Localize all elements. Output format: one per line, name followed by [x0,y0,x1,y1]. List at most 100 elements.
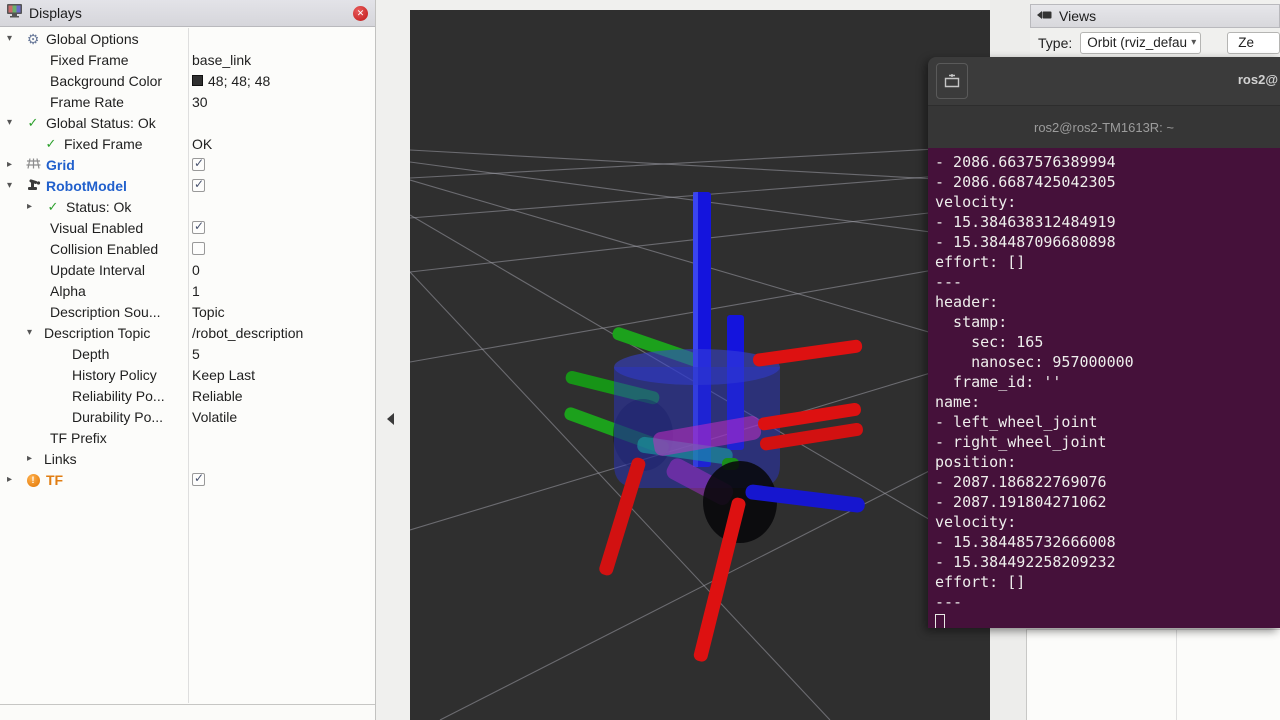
display-property-row[interactable]: Visual Enabled [0,217,374,238]
display-property-row[interactable]: Frame Rate30 [0,91,374,112]
display-property-row[interactable]: History Policy Keep Last [0,364,374,385]
property-label: Fixed Frame [62,136,143,152]
terminal-line: - 15.384638312484919 [935,212,1280,232]
display-property-row[interactable]: Alpha1 [0,280,374,301]
display-property-row[interactable]: ▾Description Topic/robot_description [0,322,374,343]
displays-panel-icon [6,3,23,23]
display-property-row[interactable]: ▾⚙Global Options [0,28,374,49]
terminal-window[interactable]: ros2@ ros2@ros2-TM1613R: ~ - 2086.663757… [928,57,1280,628]
terminal-titlebar[interactable]: ros2@ [928,57,1280,105]
terminal-line: - 2086.6687425042305 [935,172,1280,192]
property-value[interactable]: 0 [192,259,200,280]
terminal-line: - 2086.6637576389994 [935,152,1280,172]
property-checkbox[interactable] [192,242,205,255]
chevron-down-icon[interactable]: ▾ [4,180,22,191]
terminal-line: velocity: [935,192,1280,212]
terminal-line: position: [935,452,1280,472]
property-value[interactable]: 30 [192,91,208,112]
property-value[interactable]: /robot_description [192,322,303,343]
display-property-row[interactable]: Depth5 [0,343,374,364]
display-property-row[interactable]: ▸✓Status: Ok [0,196,374,217]
property-value[interactable]: Topic [192,301,225,322]
terminal-line: - right_wheel_joint [935,432,1280,452]
view-type-label: Type: [1038,35,1072,51]
property-value[interactable]: Reliable [192,385,243,406]
new-tab-button[interactable] [936,63,968,99]
chevron-right-icon[interactable]: ▸ [4,474,22,485]
check-icon: ✓ [42,200,64,213]
terminal-tab-bar[interactable]: ros2@ros2-TM1613R: ~ [928,105,1280,148]
terminal-line: effort: [] [935,572,1280,592]
display-property-row[interactable]: ▾✓Global Status: Ok [0,112,374,133]
property-label: Fixed Frame [48,52,129,68]
view-type-dropdown[interactable]: Orbit (rviz_defau ▾ [1080,32,1201,54]
views-panel: Views Type: Orbit (rviz_defau ▾ Ze [1030,4,1280,57]
zero-button[interactable]: Ze [1227,32,1280,54]
close-icon[interactable]: ✕ [353,6,368,21]
chevron-right-icon[interactable]: ▸ [24,453,42,464]
terminal-line: --- [935,272,1280,292]
property-label: RobotModel [44,178,127,194]
views-titlebar[interactable]: Views [1030,4,1280,28]
views-type-row: Type: Orbit (rviz_defau ▾ Ze [1030,28,1280,57]
display-property-row[interactable]: Update Interval0 [0,259,374,280]
terminal-line: - 2087.191804271062 [935,492,1280,512]
terminal-line: - 2087.186822769076 [935,472,1280,492]
color-swatch [192,75,203,86]
property-checkbox[interactable] [192,473,205,486]
property-value-text: 48; 48; 48 [208,73,270,89]
display-property-row[interactable]: ✓Fixed FrameOK [0,133,374,154]
property-value[interactable] [192,154,205,175]
displays-property-tree[interactable]: ▾⚙Global Options Fixed Frame base_link Back… [0,28,374,703]
views-panel-body[interactable] [1026,629,1280,720]
display-property-row[interactable]: Description Sou...Topic [0,301,374,322]
property-label: Reliability Po... [70,388,165,404]
terminal-output[interactable]: - 2086.6637576389994- 2086.6687425042305… [928,148,1280,628]
display-property-row[interactable]: Durability Po...Volatile [0,406,374,427]
property-value[interactable] [192,217,205,238]
display-property-row[interactable]: Collision Enabled [0,238,374,259]
property-value-text: base_link [192,52,251,68]
property-checkbox[interactable] [192,221,205,234]
displays-titlebar[interactable]: Displays ✕ [0,0,375,27]
3d-viewport[interactable] [410,10,990,720]
property-checkbox[interactable] [192,179,205,192]
gear-icon: ⚙ [22,32,44,46]
display-property-row[interactable]: TF Prefix [0,427,374,448]
robot-icon [22,178,44,193]
grid-icon [22,158,44,171]
chevron-down-icon[interactable]: ▾ [24,327,42,338]
chevron-right-icon[interactable]: ▸ [24,201,42,212]
property-label: Visual Enabled [48,220,143,236]
property-label: Grid [44,157,75,173]
property-value[interactable] [192,238,205,259]
chevron-down-icon: ▾ [1191,37,1196,48]
property-value[interactable] [192,175,205,196]
display-property-row[interactable]: Background Color48; 48; 48 [0,70,374,91]
property-value[interactable] [192,469,205,490]
property-value[interactable]: 1 [192,280,200,301]
terminal-line: sec: 165 [935,332,1280,352]
display-property-row[interactable]: ▾ RobotModel [0,175,374,196]
display-property-row[interactable]: ▸!TF [0,469,374,490]
chevron-down-icon[interactable]: ▾ [4,33,22,44]
panel-collapse-arrow-icon[interactable] [387,413,394,425]
display-property-row[interactable]: ▸ Grid [0,154,374,175]
display-property-row[interactable]: ▸Links [0,448,374,469]
property-label: TF Prefix [48,430,107,446]
property-value[interactable]: Volatile [192,406,237,427]
display-property-row[interactable]: Fixed Frame base_link [0,49,374,70]
property-label: History Policy [70,367,157,383]
terminal-cursor [935,614,945,628]
property-checkbox[interactable] [192,158,205,171]
property-value[interactable]: 5 [192,343,200,364]
property-value[interactable]: OK [192,133,212,154]
terminal-tab-title[interactable]: ros2@ros2-TM1613R: ~ [1034,120,1174,135]
chevron-down-icon[interactable]: ▾ [4,117,22,128]
display-property-row[interactable]: Reliability Po... Reliable [0,385,374,406]
property-value[interactable]: Keep Last [192,364,255,385]
property-value[interactable]: base_link [192,49,251,70]
property-value[interactable]: 48; 48; 48 [192,70,270,91]
chevron-right-icon[interactable]: ▸ [4,159,22,170]
terminal-window-title: ros2@ [1238,72,1278,87]
